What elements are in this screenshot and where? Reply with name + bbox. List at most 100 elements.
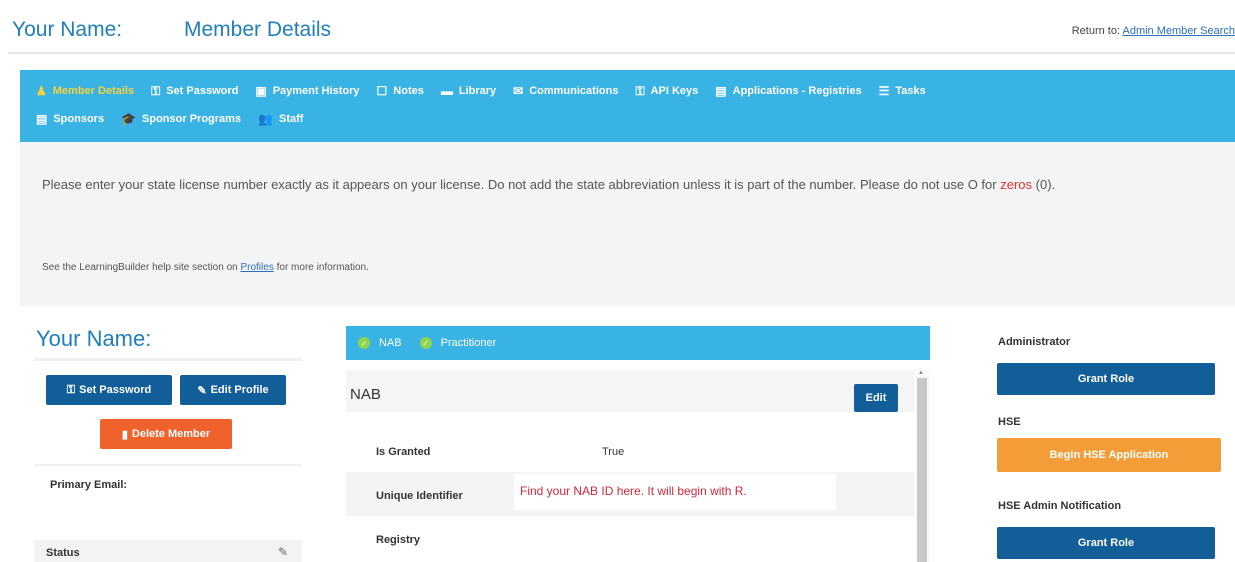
scrollbar[interactable]: ▲ bbox=[914, 370, 930, 562]
tab-nab-label: NAB bbox=[379, 337, 402, 349]
nav-item-label: Communications bbox=[529, 85, 619, 97]
admin-member-search-link[interactable]: Admin Member Search bbox=[1123, 25, 1235, 37]
trash-icon: ▮ bbox=[121, 428, 128, 441]
table-row: Registry bbox=[346, 516, 914, 560]
zeros-suffix: (0). bbox=[1032, 177, 1056, 192]
tasks-icon: ☰ bbox=[878, 84, 890, 98]
profile-panel: Your Name: ⚿ Set Password ✎ Edit Profile ▮… bbox=[34, 320, 302, 562]
role-panel-header: NAB Edit bbox=[346, 370, 914, 412]
nav-item-api-keys[interactable]: ⚿ API Keys bbox=[635, 84, 698, 99]
nav-item-label: Sponsor Programs bbox=[142, 113, 242, 125]
help-text: See the LearningBuilder help site sectio… bbox=[42, 262, 369, 273]
primary-email-label: Primary Email: bbox=[50, 479, 128, 491]
check-circle-icon: ✓ bbox=[358, 337, 370, 349]
unique-identifier-label: Unique Identifier bbox=[376, 490, 463, 502]
table-row: Unique Identifier Find your NAB ID here.… bbox=[346, 472, 914, 516]
user-icon: ♟ bbox=[36, 84, 47, 98]
graduation-cap-icon: 🎓 bbox=[121, 112, 137, 126]
edit-icon: ✎ bbox=[197, 384, 207, 397]
nav-item-staff[interactable]: 👥 Staff bbox=[258, 112, 303, 126]
nav-item-member-details[interactable]: ♟ Member Details bbox=[36, 84, 134, 98]
nav-item-label: Staff bbox=[279, 113, 304, 125]
nav-item-sponsor-programs[interactable]: 🎓 Sponsor Programs bbox=[121, 112, 241, 126]
nav-item-payment-history[interactable]: ▣ Payment History bbox=[255, 84, 359, 98]
is-granted-label: Is Granted bbox=[376, 446, 431, 458]
roles-sidebar: Administrator Grant Role HSE Begin HSE A… bbox=[986, 326, 1235, 562]
help-prefix: See the LearningBuilder help site sectio… bbox=[42, 262, 241, 273]
users-icon: 👥 bbox=[258, 112, 274, 126]
administrator-label: Administrator bbox=[998, 336, 1071, 348]
member-nav-bar: ♟ Member Details ⚿ Set Password ▣ Payment His… bbox=[20, 70, 1235, 142]
nav-item-notes[interactable]: ☐ Notes bbox=[377, 84, 424, 98]
key-icon: ⚿ bbox=[635, 83, 645, 98]
envelope-icon: ✉ bbox=[513, 84, 524, 98]
roles-panel: ✓ NAB ✓ Practitioner NAB Edit ▲ Is Granted… bbox=[346, 326, 930, 562]
status-row: Status ✎ bbox=[34, 540, 302, 562]
nav-item-label: Library bbox=[458, 85, 497, 97]
nav-item-label: Member Details bbox=[52, 85, 135, 97]
hse-label: HSE bbox=[998, 416, 1021, 428]
check-circle-icon: ✓ bbox=[419, 337, 432, 349]
registry-label: Registry bbox=[376, 534, 421, 546]
help-suffix: for more information. bbox=[273, 262, 369, 273]
nav-item-label: Applications - Registries bbox=[732, 85, 862, 97]
nav-item-library[interactable]: ▬ Library bbox=[441, 84, 496, 98]
nav-item-label: Sponsors bbox=[53, 113, 105, 125]
folder-icon: ▬ bbox=[440, 84, 453, 98]
return-prefix: Return to: bbox=[1071, 25, 1121, 37]
nav-item-label: Payment History bbox=[272, 85, 360, 97]
nav-row-2: ▤ Sponsors 🎓 Sponsor Programs 👥 Staff bbox=[36, 105, 1225, 133]
edit-status-icon[interactable]: ✎ bbox=[278, 545, 288, 559]
nav-item-label: Tasks bbox=[895, 85, 926, 97]
table-row: Is Granted True bbox=[346, 428, 914, 472]
set-password-button[interactable]: ⚿ Set Password bbox=[46, 375, 172, 405]
info-panel: Please enter your state license number e… bbox=[20, 142, 1235, 306]
scroll-up-icon[interactable]: ▲ bbox=[918, 370, 924, 376]
grant-role-button-administrator[interactable]: Grant Role bbox=[997, 363, 1215, 395]
nav-item-sponsors[interactable]: ▤ Sponsors bbox=[36, 112, 104, 126]
hse-admin-notification-label: HSE Admin Notification bbox=[998, 500, 1122, 512]
nav-row-1: ♟ Member Details ⚿ Set Password ▣ Payment His… bbox=[36, 77, 1225, 105]
key-icon: ⚿ bbox=[66, 383, 76, 396]
divider bbox=[34, 464, 302, 466]
key-icon: ⚿ bbox=[151, 83, 161, 98]
zeros-highlight: zeros bbox=[1000, 177, 1033, 192]
nav-item-applications-registries[interactable]: ▤ Applications - Registries bbox=[715, 84, 861, 98]
begin-hse-application-button[interactable]: Begin HSE Application bbox=[997, 438, 1221, 472]
nav-item-communications[interactable]: ✉ Communications bbox=[513, 84, 618, 98]
license-instructions: Please enter your state license number e… bbox=[42, 174, 1235, 195]
edit-role-button[interactable]: Edit bbox=[854, 384, 898, 412]
page-title: Member Details bbox=[184, 18, 332, 41]
nav-item-label: Set Password bbox=[166, 85, 239, 97]
nav-item-label: Notes bbox=[393, 85, 424, 97]
license-message: Please enter your state license number e… bbox=[42, 177, 997, 192]
nav-item-set-password[interactable]: ⚿ Set Password bbox=[151, 84, 238, 99]
member-name-title: Your Name: bbox=[12, 18, 123, 41]
nab-id-callout: Find your NAB ID here. It will begin wit… bbox=[514, 474, 836, 510]
role-panel-title: NAB bbox=[350, 386, 381, 403]
edit-profile-button[interactable]: ✎ Edit Profile bbox=[180, 375, 286, 405]
return-link-area: Return to: Admin Member Search bbox=[1072, 25, 1235, 37]
nav-item-tasks[interactable]: ☰ Tasks bbox=[879, 84, 926, 98]
profiles-help-link[interactable]: Profiles bbox=[240, 262, 273, 273]
status-label: Status bbox=[46, 547, 80, 559]
document-icon: ▤ bbox=[36, 112, 48, 126]
nav-item-label: API Keys bbox=[650, 85, 699, 97]
delete-member-label: Delete Member bbox=[131, 428, 211, 440]
divider bbox=[34, 358, 302, 361]
is-granted-value: True bbox=[602, 446, 625, 458]
grant-role-button-hse-admin[interactable]: Grant Role bbox=[997, 527, 1215, 559]
page-header: Your Name: Member Details Return to: Adm… bbox=[8, 14, 1235, 54]
profile-name: Your Name: bbox=[36, 326, 152, 351]
roles-tab-bar: ✓ NAB ✓ Practitioner bbox=[346, 326, 930, 360]
set-password-label: Set Password bbox=[79, 384, 152, 396]
list-icon: ▤ bbox=[715, 84, 727, 98]
edit-profile-label: Edit Profile bbox=[210, 384, 269, 396]
tab-practitioner[interactable]: ✓ Practitioner bbox=[419, 337, 497, 349]
note-icon: ☐ bbox=[376, 84, 388, 98]
tab-nab[interactable]: ✓ NAB bbox=[358, 337, 402, 349]
money-icon: ▣ bbox=[255, 84, 267, 98]
scrollbar-thumb[interactable] bbox=[917, 378, 927, 562]
delete-member-button[interactable]: ▮ Delete Member bbox=[100, 419, 232, 449]
tab-practitioner-label: Practitioner bbox=[440, 337, 497, 349]
